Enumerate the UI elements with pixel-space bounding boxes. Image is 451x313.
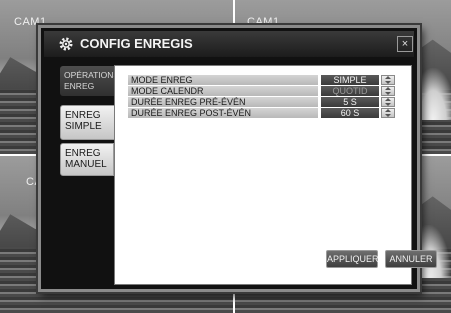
setting-value-select: QUOTID (321, 86, 379, 96)
tab-label-line: ENREG (64, 81, 95, 91)
setting-value-select[interactable]: 60 S (321, 108, 379, 118)
tab-label-line: ENREG (65, 110, 101, 121)
live-view-screen: CAM1 CAM1 CA CONFIG ENREGIS × OPÉRATIONS… (0, 0, 451, 313)
setting-label: MODE CALENDR (128, 86, 318, 96)
setting-value-select[interactable]: 5 S (321, 97, 379, 107)
spinner-arrows-icon[interactable] (381, 97, 395, 107)
setting-row-post-event: DURÉE ENREG POST-ÉVÉN 60 S (128, 108, 395, 118)
setting-row-pre-event: DURÉE ENREG PRÉ-ÉVÉN 5 S (128, 97, 395, 107)
tab-label-line: SIMPLE (65, 121, 102, 132)
setting-row-mode-enreg: MODE ENREG SIMPLE (128, 75, 395, 85)
tab-operations-enreg[interactable]: OPÉRATIONS ENREG (60, 66, 120, 96)
config-dialog: CONFIG ENREGIS × OPÉRATIONS ENREG ENREG … (38, 25, 437, 292)
spinner-arrows-icon (381, 86, 395, 96)
tab-label-line: MANUEL (65, 159, 107, 170)
setting-value-select[interactable]: SIMPLE (321, 75, 379, 85)
close-button[interactable]: × (397, 36, 413, 52)
setting-label: DURÉE ENREG PRÉ-ÉVÉN (128, 97, 318, 107)
settings-gear-icon (59, 37, 73, 51)
tab-enreg-manuel[interactable]: ENREG MANUEL (60, 143, 114, 176)
dialog-title: CONFIG ENREGIS (80, 36, 193, 51)
cancel-button[interactable]: ANNULER (385, 250, 437, 268)
setting-label: DURÉE ENREG POST-ÉVÉN (128, 108, 318, 118)
setting-row-mode-calendr: MODE CALENDR QUOTID (128, 86, 395, 96)
apply-button[interactable]: APPLIQUER (326, 250, 379, 268)
tab-label-line: ENREG (65, 148, 101, 159)
setting-label: MODE ENREG (128, 75, 318, 85)
spinner-arrows-icon[interactable] (381, 75, 395, 85)
tab-enreg-simple[interactable]: ENREG SIMPLE (60, 105, 116, 140)
spinner-arrows-icon[interactable] (381, 108, 395, 118)
tab-label-line: OPÉRATIONS (64, 70, 120, 80)
dialog-title-bar: CONFIG ENREGIS × (44, 31, 414, 57)
